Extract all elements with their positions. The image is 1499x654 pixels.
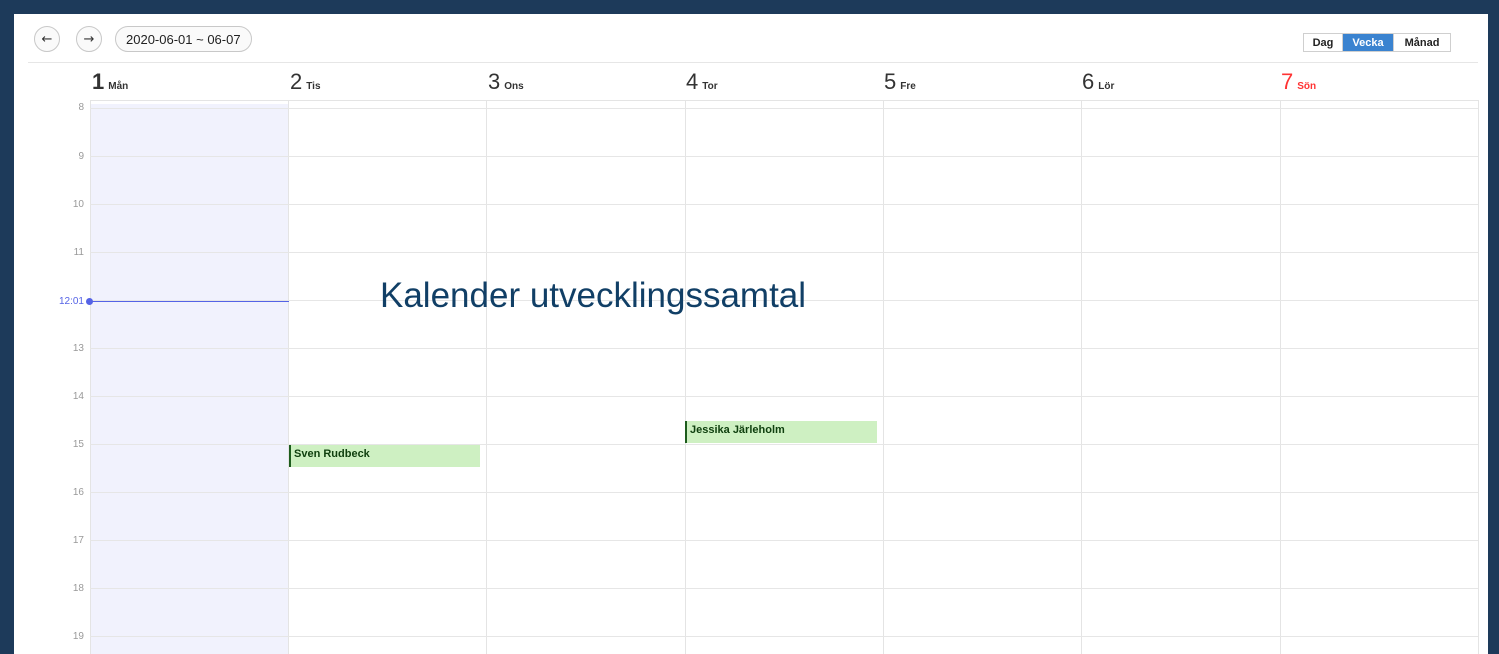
day-number: 6 bbox=[1082, 69, 1095, 94]
day-number: 3 bbox=[488, 69, 501, 94]
day-header-mon[interactable]: 1 Mån bbox=[92, 69, 128, 99]
date-range-button[interactable]: 2020-06-01 ~ 06-07 bbox=[115, 26, 252, 52]
date-range-label: 2020-06-01 ~ 06-07 bbox=[126, 31, 241, 47]
grid-column-line bbox=[90, 100, 91, 654]
day-number: 1 bbox=[92, 69, 105, 94]
grid-column-line bbox=[883, 100, 884, 654]
day-header-thu[interactable]: 4 Tor bbox=[686, 69, 718, 99]
hour-line bbox=[90, 108, 1478, 109]
day-number: 7 bbox=[1281, 69, 1294, 94]
hour-line bbox=[90, 588, 1478, 589]
grid-column-line bbox=[1478, 100, 1479, 654]
current-time-line bbox=[90, 301, 289, 302]
hour-line bbox=[90, 252, 1478, 253]
day-name: Tis bbox=[306, 81, 321, 92]
today-column-highlight bbox=[90, 104, 288, 654]
grid-column-line bbox=[1280, 100, 1281, 654]
event-sven-rudbeck[interactable]: Sven Rudbeck bbox=[289, 445, 480, 467]
next-week-button[interactable]: → bbox=[76, 26, 102, 52]
calendar-window: ← → 2020-06-01 ~ 06-07 Dag Vecka Månad 1… bbox=[14, 14, 1488, 654]
month-view-button[interactable]: Månad bbox=[1393, 34, 1450, 51]
hour-line bbox=[90, 204, 1478, 205]
event-jessika-jarleholm[interactable]: Jessika Järleholm bbox=[685, 421, 877, 443]
hour-line bbox=[90, 540, 1478, 541]
event-title: Jessika Järleholm bbox=[690, 424, 785, 436]
hour-line bbox=[90, 348, 1478, 349]
hour-label-9: 9 bbox=[78, 151, 84, 162]
hour-label-8: 8 bbox=[78, 102, 84, 113]
hour-label-17: 17 bbox=[72, 535, 84, 546]
day-header-sat[interactable]: 6 Lör bbox=[1082, 69, 1114, 99]
toolbar-divider bbox=[28, 62, 1478, 63]
hour-line bbox=[90, 396, 1478, 397]
day-name: Tor bbox=[702, 81, 718, 92]
day-name: Ons bbox=[504, 81, 524, 92]
grid-column-line bbox=[486, 100, 487, 654]
day-header-fri[interactable]: 5 Fre bbox=[884, 69, 916, 99]
view-switcher: Dag Vecka Månad bbox=[1303, 33, 1451, 52]
day-view-button[interactable]: Dag bbox=[1304, 34, 1342, 51]
current-time-label: 12:01 bbox=[58, 296, 84, 307]
day-header-tue[interactable]: 2 Tis bbox=[290, 69, 321, 99]
grid-column-line bbox=[1081, 100, 1082, 654]
grid-column-line bbox=[288, 100, 289, 654]
day-number: 4 bbox=[686, 69, 699, 94]
day-header-wed[interactable]: 3 Ons bbox=[488, 69, 524, 99]
hour-label-11: 11 bbox=[73, 247, 84, 258]
hour-label-14: 14 bbox=[72, 391, 84, 402]
hour-label-16: 16 bbox=[72, 487, 84, 498]
day-name: Sön bbox=[1297, 81, 1317, 92]
event-title: Sven Rudbeck bbox=[294, 448, 370, 460]
hour-label-15: 15 bbox=[72, 439, 84, 450]
previous-week-button[interactable]: ← bbox=[34, 26, 60, 52]
day-name: Fre bbox=[900, 81, 916, 92]
hour-line bbox=[90, 156, 1478, 157]
day-number: 5 bbox=[884, 69, 897, 94]
hour-label-10: 10 bbox=[72, 199, 84, 210]
day-number: 2 bbox=[290, 69, 303, 94]
grid-column-line bbox=[685, 100, 686, 654]
day-header-sun[interactable]: 7 Sön bbox=[1281, 69, 1316, 99]
arrow-left-icon: ← bbox=[41, 31, 53, 47]
current-time-dot bbox=[86, 298, 93, 305]
header-divider bbox=[90, 100, 1478, 101]
arrow-right-icon: → bbox=[83, 31, 95, 47]
hour-label-19: 19 bbox=[72, 631, 84, 642]
hour-label-13: 13 bbox=[72, 343, 84, 354]
week-view-button[interactable]: Vecka bbox=[1342, 34, 1393, 51]
day-name: Lör bbox=[1098, 81, 1115, 92]
hour-line bbox=[90, 636, 1478, 637]
overlay-title: Kalender utvecklingssamtal bbox=[380, 276, 807, 315]
hour-label-18: 18 bbox=[72, 583, 84, 594]
day-name: Mån bbox=[108, 81, 129, 92]
hour-line bbox=[90, 492, 1478, 493]
